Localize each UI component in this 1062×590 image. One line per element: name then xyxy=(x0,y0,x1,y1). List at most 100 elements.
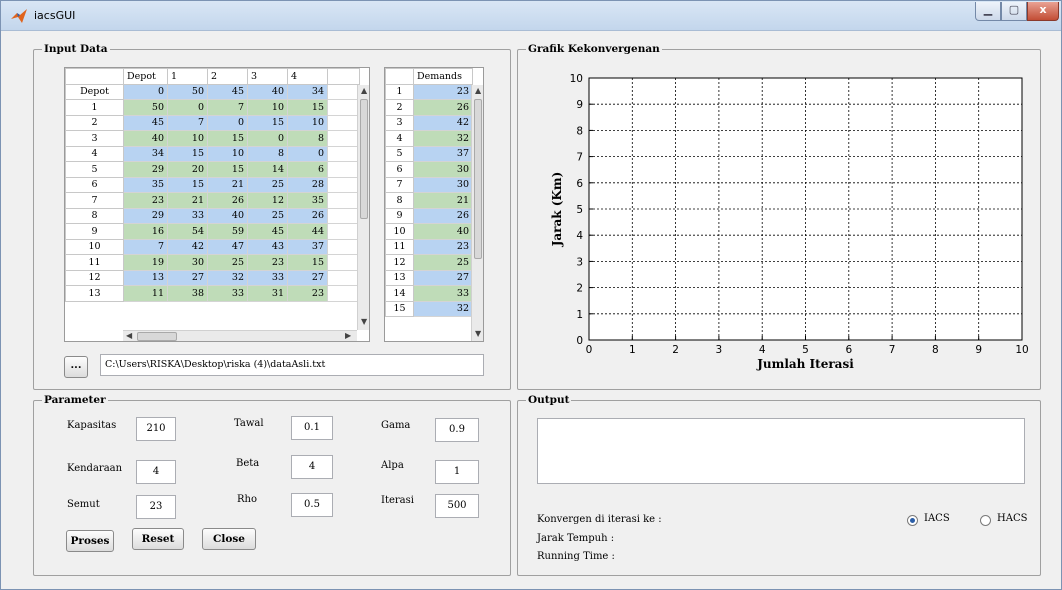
distance-cell[interactable]: 34 xyxy=(287,83,328,100)
distance-cell[interactable]: 25 xyxy=(247,176,288,193)
distance-cell[interactable]: 7 xyxy=(167,114,208,131)
distance-cell[interactable]: 34 xyxy=(123,145,168,162)
distance-cell[interactable]: 44 xyxy=(287,223,328,240)
distance-cell[interactable]: 15 xyxy=(167,145,208,162)
minimize-button[interactable]: ▁ xyxy=(975,2,1001,21)
demand-cell[interactable]: 26 xyxy=(413,207,473,224)
distance-cell[interactable]: 37 xyxy=(287,238,328,255)
distance-cell[interactable]: 7 xyxy=(123,238,168,255)
distance-cell[interactable]: 50 xyxy=(123,99,168,116)
distance-cell[interactable]: 25 xyxy=(207,254,248,271)
distance-cell[interactable]: 16 xyxy=(123,223,168,240)
reset-button[interactable]: Reset xyxy=(132,528,184,550)
hacs-radio[interactable] xyxy=(980,515,991,526)
distance-cell[interactable]: 15 xyxy=(207,130,248,147)
rho-field[interactable]: 0.5 xyxy=(291,493,333,517)
demand-cell[interactable]: 32 xyxy=(413,130,473,147)
demand-cell[interactable]: 30 xyxy=(413,161,473,178)
distance-cell[interactable]: 27 xyxy=(167,269,208,286)
demand-cell[interactable]: 27 xyxy=(413,269,473,286)
distance-cell[interactable]: 33 xyxy=(247,269,288,286)
distance-cell[interactable]: 35 xyxy=(123,176,168,193)
scroll-thumb[interactable] xyxy=(474,99,482,259)
distance-cell[interactable]: 29 xyxy=(123,161,168,178)
distance-cell[interactable]: 31 xyxy=(247,285,288,302)
iacs-radio[interactable] xyxy=(907,515,918,526)
gama-field[interactable]: 0.9 xyxy=(435,418,479,442)
distance-cell[interactable]: 13 xyxy=(123,269,168,286)
scroll-down-icon[interactable]: ▼ xyxy=(361,317,367,326)
distance-cell[interactable]: 8 xyxy=(287,130,328,147)
distance-cell[interactable]: 6 xyxy=(287,161,328,178)
distance-hscroll[interactable]: ◀ ▶ xyxy=(123,330,357,341)
scroll-up-icon[interactable]: ▲ xyxy=(361,86,367,95)
demand-vscroll[interactable]: ▲ ▼ xyxy=(471,85,483,341)
distance-cell[interactable]: 35 xyxy=(287,192,328,209)
distance-cell[interactable]: 11 xyxy=(123,285,168,302)
distance-cell[interactable]: 0 xyxy=(167,99,208,116)
distance-cell[interactable]: 15 xyxy=(207,161,248,178)
distance-cell[interactable]: 28 xyxy=(287,176,328,193)
distance-cell[interactable]: 54 xyxy=(167,223,208,240)
distance-cell[interactable]: 15 xyxy=(287,99,328,116)
distance-cell[interactable]: 0 xyxy=(247,130,288,147)
distance-cell[interactable]: 32 xyxy=(207,269,248,286)
distance-cell[interactable]: 40 xyxy=(123,130,168,147)
distance-cell[interactable]: 10 xyxy=(287,114,328,131)
distance-cell[interactable]: 15 xyxy=(247,114,288,131)
distance-cell[interactable]: 10 xyxy=(247,99,288,116)
distance-cell[interactable]: 26 xyxy=(207,192,248,209)
scroll-right-icon[interactable]: ▶ xyxy=(345,331,351,340)
hscroll-thumb[interactable] xyxy=(137,332,177,341)
demand-cell[interactable]: 33 xyxy=(413,285,473,302)
demand-table[interactable]: Demands 1 23 2 26 3 42 4 32 5 37 6 30 7 30 8 21 9 26 10 40 1… xyxy=(384,67,484,342)
semut-field[interactable]: 23 xyxy=(136,495,176,519)
distance-cell[interactable]: 33 xyxy=(207,285,248,302)
demand-cell[interactable]: 23 xyxy=(413,83,473,100)
demand-cell[interactable]: 40 xyxy=(413,223,473,240)
distance-cell[interactable]: 26 xyxy=(287,207,328,224)
distance-cell[interactable]: 7 xyxy=(207,99,248,116)
alpa-field[interactable]: 1 xyxy=(435,460,479,484)
distance-cell[interactable]: 27 xyxy=(287,269,328,286)
close-button[interactable]: Close xyxy=(202,528,256,550)
demand-cell[interactable]: 42 xyxy=(413,114,473,131)
distance-cell[interactable]: 45 xyxy=(123,114,168,131)
distance-cell[interactable]: 47 xyxy=(207,238,248,255)
distance-cell[interactable]: 0 xyxy=(207,114,248,131)
proses-button[interactable]: Proses xyxy=(66,530,114,552)
scroll-up-icon[interactable]: ▲ xyxy=(475,86,481,95)
distance-cell[interactable]: 50 xyxy=(167,83,208,100)
distance-cell[interactable]: 23 xyxy=(123,192,168,209)
distance-cell[interactable]: 15 xyxy=(287,254,328,271)
scroll-thumb[interactable] xyxy=(360,99,368,219)
distance-cell[interactable]: 38 xyxy=(167,285,208,302)
tawal-field[interactable]: 0.1 xyxy=(291,416,333,440)
distance-cell[interactable]: 42 xyxy=(167,238,208,255)
iterasi-field[interactable]: 500 xyxy=(435,494,479,518)
demand-cell[interactable]: 26 xyxy=(413,99,473,116)
kendaraan-field[interactable]: 4 xyxy=(136,460,176,484)
distance-cell[interactable]: 0 xyxy=(287,145,328,162)
demand-cell[interactable]: 25 xyxy=(413,254,473,271)
distance-cell[interactable]: 43 xyxy=(247,238,288,255)
scroll-down-icon[interactable]: ▼ xyxy=(475,329,481,338)
scroll-left-icon[interactable]: ◀ xyxy=(126,331,132,340)
distance-cell[interactable]: 29 xyxy=(123,207,168,224)
distance-cell[interactable]: 59 xyxy=(207,223,248,240)
distance-cell[interactable]: 45 xyxy=(207,83,248,100)
distance-cell[interactable]: 8 xyxy=(247,145,288,162)
demand-cell[interactable]: 37 xyxy=(413,145,473,162)
distance-cell[interactable]: 23 xyxy=(287,285,328,302)
distance-cell[interactable]: 25 xyxy=(247,207,288,224)
distance-cell[interactable]: 0 xyxy=(123,83,168,100)
distance-cell[interactable]: 10 xyxy=(207,145,248,162)
maximize-button[interactable]: ▢ xyxy=(1001,2,1027,21)
distance-cell[interactable]: 21 xyxy=(167,192,208,209)
distance-cell[interactable]: 40 xyxy=(247,83,288,100)
distance-cell[interactable]: 10 xyxy=(167,130,208,147)
distance-cell[interactable]: 19 xyxy=(123,254,168,271)
file-path-field[interactable]: C:\Users\RISKA\Desktop\riska (4)\dataAsl… xyxy=(100,354,484,376)
distance-cell[interactable]: 15 xyxy=(167,176,208,193)
distance-cell[interactable]: 33 xyxy=(167,207,208,224)
